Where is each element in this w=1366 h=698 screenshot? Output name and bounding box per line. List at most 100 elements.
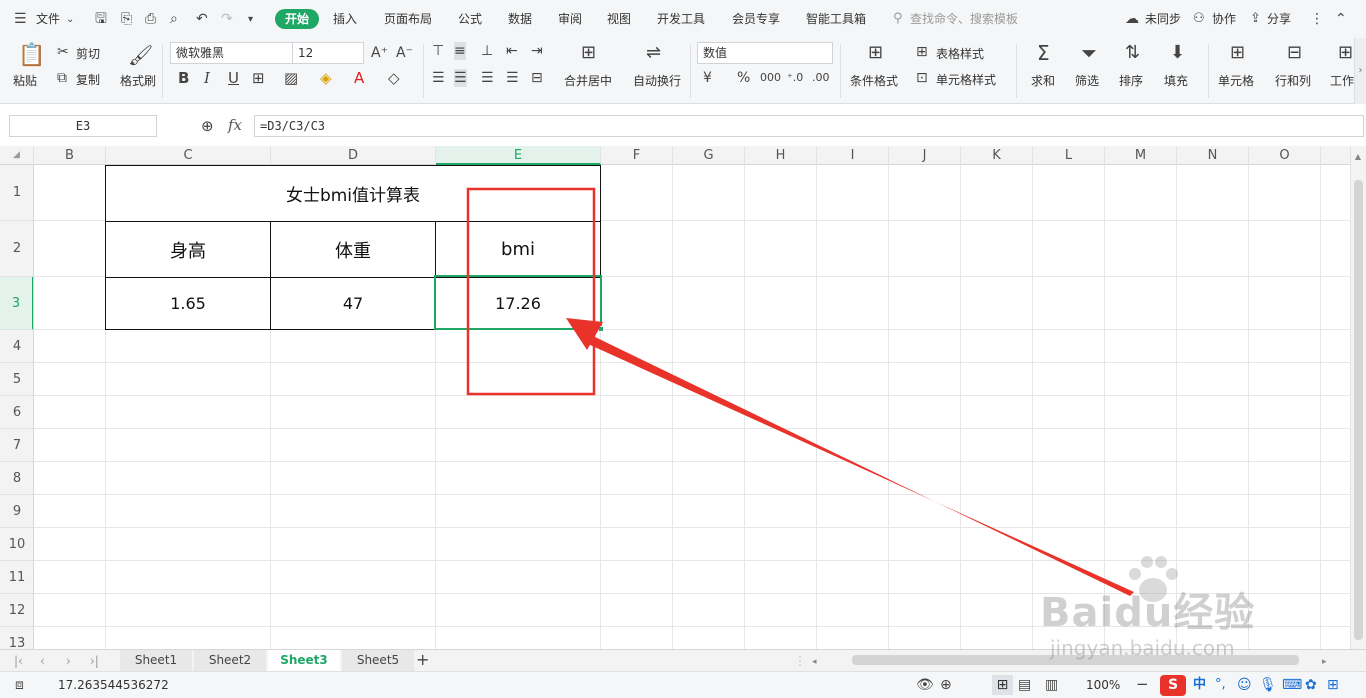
align-right-icon[interactable]: ☰ (481, 69, 494, 87)
header-height[interactable]: 身高 (106, 222, 270, 277)
bold-icon[interactable]: B (178, 69, 189, 87)
format-painter-button[interactable]: 格式刷 (120, 72, 156, 89)
page-layout-view-icon[interactable]: ▤ (1018, 676, 1031, 694)
sheet-tab[interactable]: Sheet5 (342, 650, 414, 671)
outdent-icon[interactable]: ⇤ (506, 42, 518, 60)
row-header[interactable]: 4 (0, 330, 33, 363)
row-header[interactable]: 11 (0, 561, 33, 594)
file-menu[interactable]: 文件 (36, 0, 60, 38)
header-bmi[interactable]: bmi (436, 222, 600, 277)
justify-icon[interactable]: ☰ (506, 69, 519, 87)
cell-button[interactable]: 单元格 (1218, 72, 1254, 89)
font-name-select[interactable]: 微软雅黑 (170, 42, 294, 64)
row-header[interactable]: 10 (0, 528, 33, 561)
name-box[interactable]: E3 (9, 115, 157, 137)
column-header[interactable]: G (673, 146, 745, 165)
font-color-icon[interactable]: A (354, 69, 364, 87)
function-icon[interactable]: fx (228, 116, 242, 134)
redo-icon[interactable]: ↷ (221, 10, 233, 28)
print-icon[interactable]: ⎙ (145, 10, 156, 28)
export-icon[interactable]: ⎘ (121, 10, 132, 28)
column-header[interactable]: B (34, 146, 106, 165)
wrap-text-icon[interactable]: ⇌ (646, 44, 661, 62)
percent-icon[interactable]: % (737, 69, 750, 87)
column-header[interactable]: L (1033, 146, 1105, 165)
copy-button[interactable]: 复制 (76, 71, 100, 88)
column-header[interactable]: F (601, 146, 673, 165)
print-preview-icon[interactable]: ⌕ (170, 10, 178, 28)
row-col-button[interactable]: 行和列 (1275, 72, 1311, 89)
tab-formulas[interactable]: 公式 (458, 0, 482, 38)
ime-voice-icon[interactable]: 🎙 (1259, 676, 1277, 694)
column-header[interactable]: I (817, 146, 889, 165)
quick-access-dropdown-icon[interactable]: ▾ (248, 11, 253, 29)
tab-page-layout[interactable]: 页面布局 (384, 0, 432, 38)
column-header[interactable]: D (271, 146, 436, 165)
save-icon[interactable]: 🖫 (95, 10, 107, 28)
cell-fill-icon[interactable]: ▨ (284, 69, 298, 87)
page-break-view-icon[interactable]: ▥ (1045, 676, 1058, 694)
merge-icon[interactable]: ⊞ (581, 44, 596, 62)
row-header[interactable]: 8 (0, 462, 33, 495)
align-middle-icon[interactable]: ≡ (454, 42, 466, 60)
column-header[interactable]: O (1249, 146, 1321, 165)
column-header[interactable]: K (961, 146, 1033, 165)
tab-insert[interactable]: 插入 (333, 0, 357, 38)
row-header[interactable]: 6 (0, 396, 33, 429)
select-all-corner[interactable]: ◢ (0, 146, 34, 165)
sheet-tab-active[interactable]: Sheet3 (268, 650, 340, 671)
row-header[interactable]: 5 (0, 363, 33, 396)
vertical-scroll-thumb[interactable] (1354, 180, 1363, 640)
sheet-tab[interactable]: Sheet2 (194, 650, 266, 671)
last-sheet-icon[interactable]: ›| (90, 652, 99, 670)
increase-decimal-icon[interactable]: ⁺.0 (787, 69, 803, 87)
tab-review[interactable]: 审阅 (558, 0, 582, 38)
ime-keyboard-icon[interactable]: ⌨ (1282, 676, 1302, 694)
ime-emoji-icon[interactable]: ☺ (1237, 676, 1252, 694)
copy-icon[interactable]: ⧉ (57, 69, 67, 87)
collab-button[interactable]: 协作 (1212, 0, 1236, 38)
paste-button[interactable]: 粘贴 (13, 72, 37, 89)
row-header[interactable]: 12 (0, 594, 33, 627)
next-sheet-icon[interactable]: › (66, 652, 71, 670)
format-painter-icon[interactable]: 🖌 (128, 44, 153, 66)
ime-logo-icon[interactable]: S (1160, 675, 1186, 696)
zoom-level[interactable]: 100% (1086, 678, 1120, 692)
normal-view-icon[interactable]: ⊞ (992, 675, 1013, 695)
paste-icon[interactable]: 📋 (18, 44, 45, 68)
eye-protection-icon[interactable]: 👁 (916, 676, 934, 694)
align-bottom-icon[interactable]: ⊥ (481, 42, 493, 60)
scroll-up-arrow[interactable]: ▲ (1353, 152, 1363, 161)
column-header[interactable]: H (745, 146, 817, 165)
decrease-font-icon[interactable]: A⁻ (396, 44, 413, 62)
column-header[interactable]: N (1177, 146, 1249, 165)
worksheet-icon[interactable]: ⊞ (1338, 44, 1353, 62)
cell-style-button[interactable]: 单元格样式 (936, 71, 996, 88)
cell-style-icon[interactable]: ⊡ (916, 69, 928, 87)
align-center-icon[interactable]: ☰ (454, 69, 467, 87)
row-header[interactable]: 7 (0, 429, 33, 462)
formula-input[interactable]: =D3/C3/C3 (254, 115, 1364, 137)
tab-data[interactable]: 数据 (508, 0, 532, 38)
ime-skin-icon[interactable]: ✿ (1305, 676, 1317, 694)
align-left-icon[interactable]: ☰ (432, 69, 445, 87)
fill-handle[interactable] (598, 326, 604, 332)
increase-font-icon[interactable]: A⁺ (371, 44, 388, 62)
column-header-selected[interactable]: E (436, 146, 601, 165)
underline-icon[interactable]: U (228, 69, 239, 87)
scissors-icon[interactable]: ✂ (57, 43, 69, 61)
prev-sheet-icon[interactable]: ‹ (40, 652, 45, 670)
sort-icon[interactable]: ⇅ (1125, 44, 1140, 62)
filter-icon[interactable]: ⏷ (1081, 43, 1097, 63)
clear-icon[interactable]: ◇ (388, 69, 400, 87)
wrap-text-button[interactable]: 自动换行 (633, 72, 681, 89)
chevron-down-icon[interactable]: ⌄ (66, 11, 74, 29)
distribute-icon[interactable]: ⊟ (531, 69, 543, 87)
collapse-ribbon-icon[interactable]: ⌃ (1335, 10, 1347, 28)
conditional-format-icon[interactable]: ⊞ (868, 44, 883, 62)
column-header[interactable]: M (1105, 146, 1177, 165)
decrease-decimal-icon[interactable]: .00 (812, 69, 830, 87)
row-header[interactable]: 1 (0, 165, 33, 221)
zoom-formula-icon[interactable]: ⊕ (201, 117, 214, 135)
sum-icon[interactable]: Σ (1037, 43, 1050, 63)
